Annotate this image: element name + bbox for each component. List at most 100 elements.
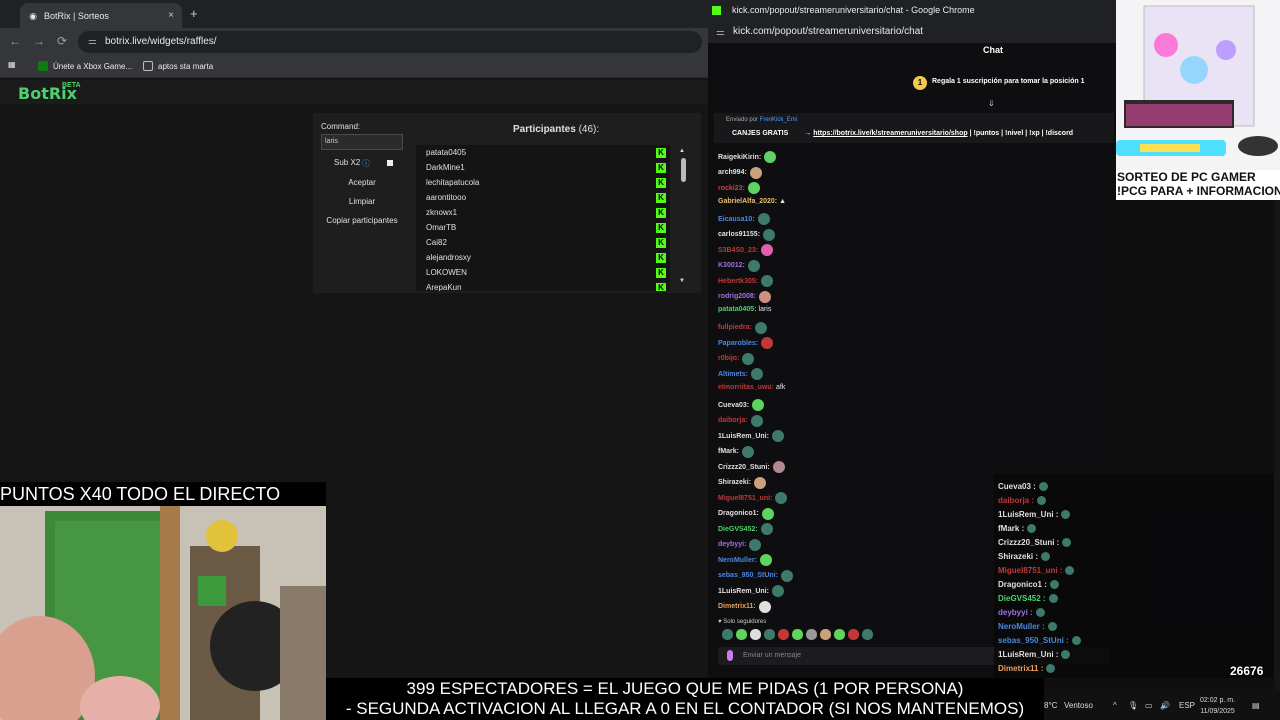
sub-x2-checkbox[interactable] [387, 160, 393, 166]
chat-username[interactable]: Shirazeki: [718, 479, 751, 486]
weather-desc[interactable]: Ventoso [1064, 701, 1093, 710]
chat-username[interactable]: K30012: [718, 262, 745, 269]
forward-button[interactable]: → [33, 34, 45, 48]
chat-message[interactable]: elmorriitas_uwu: afk [718, 384, 785, 391]
chat-url-bar[interactable]: kick.com/popout/streameruniversitario/ch… [708, 21, 1116, 43]
bookmark-xbox[interactable]: Únete a Xbox Game... [38, 61, 132, 71]
participants-list[interactable]: patata0405 K DarkMine1 K lechitapatucola K … [416, 145, 670, 291]
chat-username[interactable]: 1LuisRem_Uni: [718, 588, 769, 595]
chat-username[interactable]: arch994: [718, 169, 747, 176]
chat-message[interactable]: fullpiedra: [718, 321, 767, 334]
chat-message[interactable]: GabrielAlfa_2020: ▲ [718, 198, 786, 205]
chat-username[interactable]: DieGVS452: [718, 526, 758, 533]
mic-icon[interactable]: 🎙 [1128, 701, 1138, 710]
pinned-link[interactable]: https://botrix.live/k/streameruniversita… [813, 130, 967, 137]
chat-username[interactable]: GabrielAlfa_2020: [718, 198, 777, 205]
chat-username[interactable]: Eicausa10: [718, 216, 755, 223]
chat-message[interactable]: r0bijo: [718, 352, 755, 365]
chat-username[interactable]: rodrig2008: [718, 293, 756, 300]
scroll-up-icon[interactable]: ▲ [679, 148, 685, 154]
chat-username[interactable]: carlos91155: [718, 231, 760, 238]
emote-icon[interactable] [750, 629, 761, 640]
chat-username[interactable]: elmorriitas_uwu: [718, 384, 774, 391]
clear-button[interactable]: Limpiar [321, 194, 403, 209]
chat-message[interactable]: Shirazeki: [718, 476, 767, 489]
chat-message[interactable]: Miguel8751_uni: [718, 492, 788, 504]
chat-message[interactable]: 1LuisRem_Uni: [718, 585, 784, 597]
reload-button[interactable]: ⟳ [57, 34, 67, 48]
chat-username[interactable]: Altimets: [718, 371, 748, 378]
chat-message[interactable]: 1LuisRem_Uni: [718, 430, 784, 442]
chat-username[interactable]: rocki23: [718, 185, 745, 192]
chat-username[interactable]: Crizzz20_Stuni: [718, 464, 770, 471]
weather-temp[interactable]: 8°C [1044, 701, 1057, 710]
bookmark-folder[interactable]: aptos sta marta [143, 61, 213, 71]
chat-message[interactable]: fMark: [718, 445, 755, 458]
chat-message[interactable]: K30012: [718, 259, 760, 272]
chat-message[interactable]: NeroMuller: [718, 554, 772, 566]
chat-message[interactable]: rodrig2008: [718, 290, 772, 303]
chat-message[interactable]: rocki23: [718, 182, 760, 194]
chat-message[interactable]: carlos91155: [718, 228, 776, 241]
chat-username[interactable]: S3B4S0_23: [718, 247, 758, 254]
gift-sub-text[interactable]: Regala 1 suscripción para tomar la posic… [932, 78, 1085, 85]
chat-username[interactable]: Paparobles: [718, 340, 758, 347]
emote-icon[interactable] [820, 629, 831, 640]
tray-expand-icon[interactable]: ^ [1113, 701, 1117, 710]
accept-button[interactable]: Aceptar [321, 175, 403, 190]
chat-message[interactable]: Cueva03: [718, 399, 765, 411]
emote-icon[interactable] [848, 629, 859, 640]
chat-message[interactable]: Eicausa10: [718, 213, 770, 225]
emote-icon[interactable] [736, 629, 747, 640]
participants-scrollbar[interactable]: ▲ ▼ [678, 148, 688, 288]
system-clock[interactable]: 02:02 p. m. 11/09/2025 [1200, 695, 1235, 717]
chat-message[interactable]: Crizzz20_Stuni: [718, 461, 785, 473]
chat-username[interactable]: deybyyi: [718, 541, 746, 548]
chat-message[interactable]: Paparobles: [718, 337, 774, 349]
chat-username[interactable]: r0bijo: [718, 355, 739, 362]
scroll-thumb[interactable] [681, 158, 686, 182]
chat-username[interactable]: Cueva03: [718, 402, 749, 409]
apps-icon[interactable]: ▦ [8, 60, 16, 69]
back-button[interactable]: ← [9, 34, 21, 48]
command-input[interactable]: laris [321, 134, 403, 150]
chat-username[interactable]: NeroMuller: [718, 557, 757, 564]
emote-icon[interactable] [862, 629, 873, 640]
copy-participants-button[interactable]: Copiar participantes [319, 213, 405, 228]
chat-message[interactable]: Hebertk305: [718, 275, 774, 287]
tab-botrix[interactable]: ◉ BotRix | Sorteos × [20, 3, 182, 28]
chat-message[interactable]: Dimetrix11: [718, 600, 771, 613]
chat-message[interactable]: DieGVS452: [718, 523, 773, 535]
site-info-icon[interactable]: ⚌ [716, 27, 725, 38]
site-info-icon[interactable]: ⚌ [88, 31, 97, 53]
chat-message[interactable]: patata0405: laris [718, 306, 771, 313]
chat-username[interactable]: Dragonico1: [718, 510, 759, 517]
chat-message[interactable]: RaigekiKirin: [718, 151, 777, 163]
chat-username[interactable]: daiborja: [718, 417, 748, 424]
info-icon[interactable]: ⓘ [362, 158, 370, 169]
chat-message[interactable]: sebas_950_StUni: [718, 569, 793, 582]
close-tab-icon[interactable]: × [168, 10, 174, 21]
chat-message[interactable]: arch994: [718, 166, 762, 179]
emote-icon[interactable] [806, 629, 817, 640]
chat-message[interactable]: daiborja: [718, 414, 763, 427]
language-indicator[interactable]: ESP [1179, 701, 1195, 710]
chat-message[interactable]: Altimets: [718, 368, 763, 380]
chat-username[interactable]: RaigekiKirin: [718, 154, 761, 161]
scroll-down-arrow-icon[interactable]: ⇓ [988, 99, 995, 108]
chat-username[interactable]: Hebertk305: [718, 278, 758, 285]
scroll-down-icon[interactable]: ▼ [679, 278, 685, 284]
chat-username[interactable]: 1LuisRem_Uni: [718, 433, 769, 440]
network-icon[interactable]: ▭ [1145, 701, 1153, 710]
chat-username[interactable]: sebas_950_StUni: [718, 572, 778, 579]
chat-message[interactable]: deybyyi: [718, 538, 762, 551]
chat-username[interactable]: Miguel8751_uni: [718, 495, 772, 502]
chat-username[interactable]: patata0405: [718, 306, 757, 313]
emote-icon[interactable] [834, 629, 845, 640]
chat-username[interactable]: Dimetrix11: [718, 603, 756, 610]
notification-icon[interactable]: ▤ [1252, 701, 1260, 710]
emote-icon[interactable] [722, 629, 733, 640]
emote-icon[interactable] [792, 629, 803, 640]
gift-badge-icon[interactable]: 1 [913, 76, 927, 90]
emote-icon[interactable] [778, 629, 789, 640]
